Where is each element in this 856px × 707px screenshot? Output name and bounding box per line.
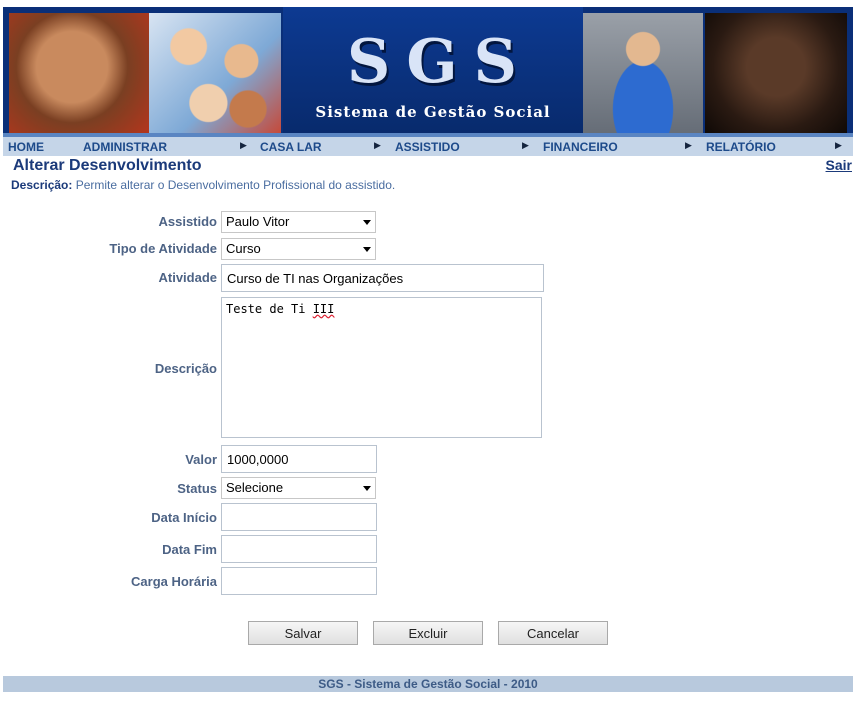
delete-button[interactable]: Excluir	[373, 621, 483, 645]
tipo-atividade-select[interactable]: Curso	[221, 238, 376, 260]
description-label: Descrição:	[11, 178, 73, 192]
data-inicio-input[interactable]	[221, 503, 377, 531]
nav-item-financeiro[interactable]: FINANCEIRO	[543, 140, 618, 154]
assistido-label: Assistido	[158, 214, 217, 229]
descricao-label: Descrição	[154, 361, 217, 376]
footer: SGS - Sistema de Gestão Social - 2010	[3, 676, 853, 692]
assistido-select[interactable]: Paulo Vitor	[221, 211, 376, 233]
atividade-label: Atividade	[158, 270, 217, 285]
nav-item-administrar[interactable]: ADMINISTRAR	[83, 140, 167, 154]
data-fim-input[interactable]	[221, 535, 377, 563]
descricao-misspelled-word: III	[312, 302, 335, 316]
atividade-input[interactable]: Curso de TI nas Organizações	[221, 264, 544, 292]
logo-text: SGS	[347, 27, 533, 97]
nav-item-assistido[interactable]: ASSISTIDO	[395, 140, 460, 154]
banner-photo-child-crying	[705, 13, 847, 133]
banner-photo-boy-backpack	[583, 13, 703, 133]
banner-photo-children-group	[149, 13, 281, 133]
logout-link[interactable]: Sair	[826, 157, 852, 173]
carga-horaria-input[interactable]	[221, 567, 377, 595]
chevron-down-icon	[363, 220, 371, 225]
page-description: Descrição: Permite alterar o Desenvolvim…	[11, 178, 395, 192]
data-inicio-label: Data Início	[151, 510, 217, 525]
nav-item-casa-lar[interactable]: CASA LAR	[260, 140, 322, 154]
cancel-button[interactable]: Cancelar	[498, 621, 608, 645]
nav-arrow-icon: ▶	[522, 140, 529, 150]
chevron-down-icon	[363, 486, 371, 491]
chevron-down-icon	[363, 247, 371, 252]
status-label: Status	[177, 481, 217, 496]
valor-input[interactable]: 1000,0000	[221, 445, 377, 473]
status-select-value: Selecione	[226, 480, 284, 495]
descricao-textarea[interactable]: Teste de Ti III	[221, 297, 542, 438]
descricao-text: Teste de Ti	[226, 302, 313, 316]
nav-item-home[interactable]: HOME	[8, 140, 44, 154]
data-fim-label: Data Fim	[162, 542, 217, 557]
save-button[interactable]: Salvar	[248, 621, 358, 645]
nav-arrow-icon: ▶	[374, 140, 381, 150]
carga-horaria-label: Carga Horária	[131, 574, 217, 589]
description-text: Permite alterar o Desenvolvimento Profis…	[75, 178, 396, 192]
banner-photo-child-smiling	[9, 13, 149, 133]
nav-item-relatorio[interactable]: RELATÓRIO	[706, 140, 776, 154]
header-banner: SGS Sistema de Gestão Social	[3, 7, 853, 135]
nav-arrow-icon: ▶	[835, 140, 842, 150]
status-select[interactable]: Selecione	[221, 477, 376, 499]
tipo-atividade-select-value: Curso	[226, 241, 261, 256]
page-title: Alterar Desenvolvimento	[13, 157, 202, 174]
nav-arrow-icon: ▶	[240, 140, 247, 150]
nav-arrow-icon: ▶	[685, 140, 692, 150]
main-nav: HOME ADMINISTRAR ▶ CASA LAR ▶ ASSISTIDO …	[3, 137, 853, 156]
banner-logo: SGS Sistema de Gestão Social	[283, 7, 583, 135]
tipo-atividade-label: Tipo de Atividade	[109, 241, 217, 256]
logo-subtitle: Sistema de Gestão Social	[315, 103, 551, 121]
assistido-select-value: Paulo Vitor	[226, 214, 290, 229]
valor-label: Valor	[185, 452, 217, 467]
